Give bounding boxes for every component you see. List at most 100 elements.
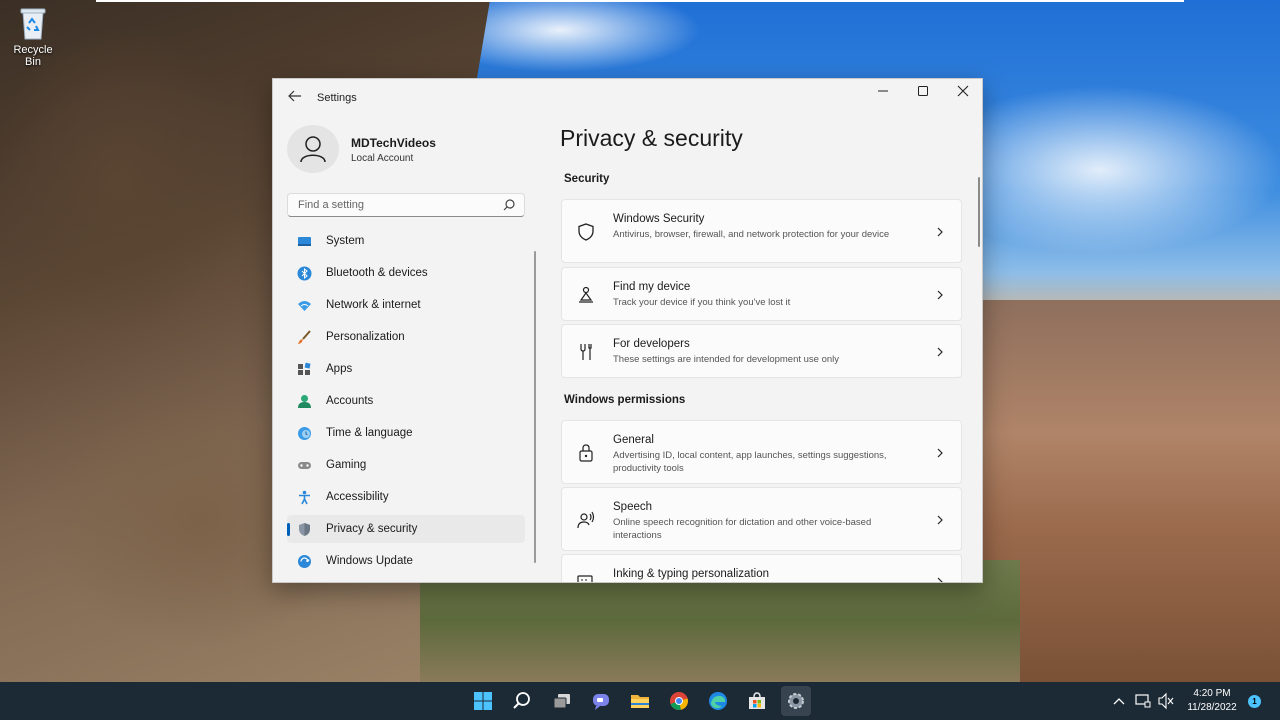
wallpaper-canyon <box>980 300 1280 682</box>
sidebar-item-gaming[interactable]: Gaming <box>287 451 525 479</box>
shield-outline-icon <box>578 223 594 241</box>
chevron-right-icon <box>937 515 943 525</box>
sidebar-item-time-language[interactable]: Time & language <box>287 419 525 447</box>
close-button[interactable] <box>943 79 982 105</box>
apps-icon <box>298 362 311 375</box>
sidebar-item-label: Time & language <box>326 427 413 439</box>
volume-button[interactable] <box>1158 682 1174 720</box>
developer-tools-icon <box>580 344 592 360</box>
store-button[interactable] <box>742 686 772 716</box>
accessibility-icon <box>299 490 310 505</box>
sidebar-item-label: Gaming <box>326 459 367 471</box>
card-inking-typing[interactable]: Inking & typing personalization <box>561 554 962 582</box>
back-button[interactable] <box>285 89 305 109</box>
lock-icon <box>579 444 593 462</box>
speech-icon <box>577 511 595 529</box>
sidebar-item-label: Bluetooth & devices <box>326 267 428 279</box>
content-scrollbar[interactable] <box>978 177 980 247</box>
recycle-bin-label: Recycle Bin <box>13 44 53 68</box>
keyboard-pen-icon <box>577 575 593 582</box>
section-heading-security: Security <box>564 173 610 185</box>
recycle-bin-shortcut[interactable]: Recycle Bin <box>4 6 62 68</box>
card-title: Speech <box>613 501 653 513</box>
sidebar-item-accounts[interactable]: Accounts <box>287 387 525 415</box>
chevron-up-icon <box>1113 698 1125 705</box>
network-status-button[interactable] <box>1135 682 1151 720</box>
card-general[interactable]: General Advertising ID, local content, a… <box>561 420 962 484</box>
card-windows-security[interactable]: Windows Security Antivirus, browser, fir… <box>561 199 962 263</box>
shield-icon <box>299 523 310 536</box>
card-description: Online speech recognition for dictation … <box>613 517 872 541</box>
profile-name: MDTechVideos <box>351 136 436 150</box>
card-for-developers[interactable]: For developers These settings are intend… <box>561 324 962 378</box>
avatar <box>287 125 339 173</box>
card-description: Antivirus, browser, firewall, and networ… <box>613 229 890 240</box>
minimize-icon <box>878 90 888 92</box>
maximize-icon <box>918 86 928 96</box>
card-description: Track your device if you think you've lo… <box>613 297 791 308</box>
recycle-bin-icon <box>18 6 48 40</box>
settings-icon <box>788 693 804 709</box>
card-title: Inking & typing personalization <box>613 568 769 580</box>
task-view-icon <box>553 694 570 709</box>
brush-icon <box>298 330 311 344</box>
tray-overflow-button[interactable] <box>1112 682 1126 720</box>
chrome-button[interactable] <box>664 686 694 716</box>
sidebar-item-label: Windows Update <box>326 555 413 567</box>
sidebar-item-label: Apps <box>326 363 353 375</box>
chat-button[interactable] <box>586 686 616 716</box>
sidebar-item-windows-update[interactable]: Windows Update <box>287 547 525 575</box>
sidebar-item-system[interactable]: System <box>287 227 525 255</box>
profile-account-type: Local Account <box>351 153 414 164</box>
taskbar-clock[interactable]: 4:20 PM 11/28/2022 <box>1182 687 1242 715</box>
minimize-button[interactable] <box>863 79 903 105</box>
user-icon <box>300 136 326 163</box>
settings-taskbar-button[interactable] <box>781 686 811 716</box>
bluetooth-icon <box>297 266 312 281</box>
start-button[interactable] <box>468 686 498 716</box>
edge-button[interactable] <box>703 686 733 716</box>
search-input[interactable]: Find a setting <box>287 193 525 217</box>
close-icon <box>957 85 969 97</box>
sidebar-item-network[interactable]: Network & internet <box>287 291 525 319</box>
file-explorer-button[interactable] <box>625 686 655 716</box>
card-title: Find my device <box>613 281 691 293</box>
card-speech[interactable]: Speech Online speech recognition for dic… <box>561 487 962 551</box>
card-title: General <box>613 434 654 446</box>
ethernet-icon <box>1135 694 1151 708</box>
notification-badge[interactable]: 1 <box>1248 695 1261 708</box>
page-title: Privacy & security <box>560 125 743 151</box>
sidebar-item-label: Personalization <box>326 331 405 343</box>
chevron-right-icon <box>937 347 943 357</box>
settings-window: Settings MDTechVideos Local Account Find… <box>272 78 983 583</box>
taskbar: 4:20 PM 11/28/2022 1 <box>0 682 1280 720</box>
taskbar-search-button[interactable] <box>507 686 537 716</box>
sidebar-item-label: Privacy & security <box>326 523 418 535</box>
user-profile[interactable]: MDTechVideos Local Account <box>287 125 537 175</box>
card-title: For developers <box>613 338 690 350</box>
chat-icon <box>593 694 609 710</box>
chevron-right-icon <box>937 448 943 458</box>
card-description: Advertising ID, local content, app launc… <box>613 450 887 474</box>
window-title: Settings <box>317 92 357 104</box>
card-find-my-device[interactable]: Find my device Track your device if you … <box>561 267 962 321</box>
sidebar-item-label: Accounts <box>326 395 374 407</box>
search-placeholder: Find a setting <box>298 199 365 211</box>
back-arrow-icon <box>288 90 301 102</box>
sidebar-scrollbar[interactable] <box>534 251 536 563</box>
section-heading-windows-permissions: Windows permissions <box>564 394 686 406</box>
search-icon <box>503 199 515 211</box>
sidebar-item-apps[interactable]: Apps <box>287 355 525 383</box>
sidebar-item-privacy-security[interactable]: Privacy & security <box>287 515 525 543</box>
chevron-right-icon <box>937 227 943 237</box>
sidebar-item-label: System <box>326 235 365 247</box>
maximize-button[interactable] <box>903 79 943 105</box>
sidebar-item-personalization[interactable]: Personalization <box>287 323 525 351</box>
sidebar-item-accessibility[interactable]: Accessibility <box>287 483 525 511</box>
update-icon <box>298 555 311 568</box>
volume-muted-icon <box>1158 692 1174 710</box>
start-icon <box>474 692 492 710</box>
sidebar-item-bluetooth[interactable]: Bluetooth & devices <box>287 259 525 287</box>
system-icon <box>298 237 311 246</box>
task-view-button[interactable] <box>547 686 577 716</box>
